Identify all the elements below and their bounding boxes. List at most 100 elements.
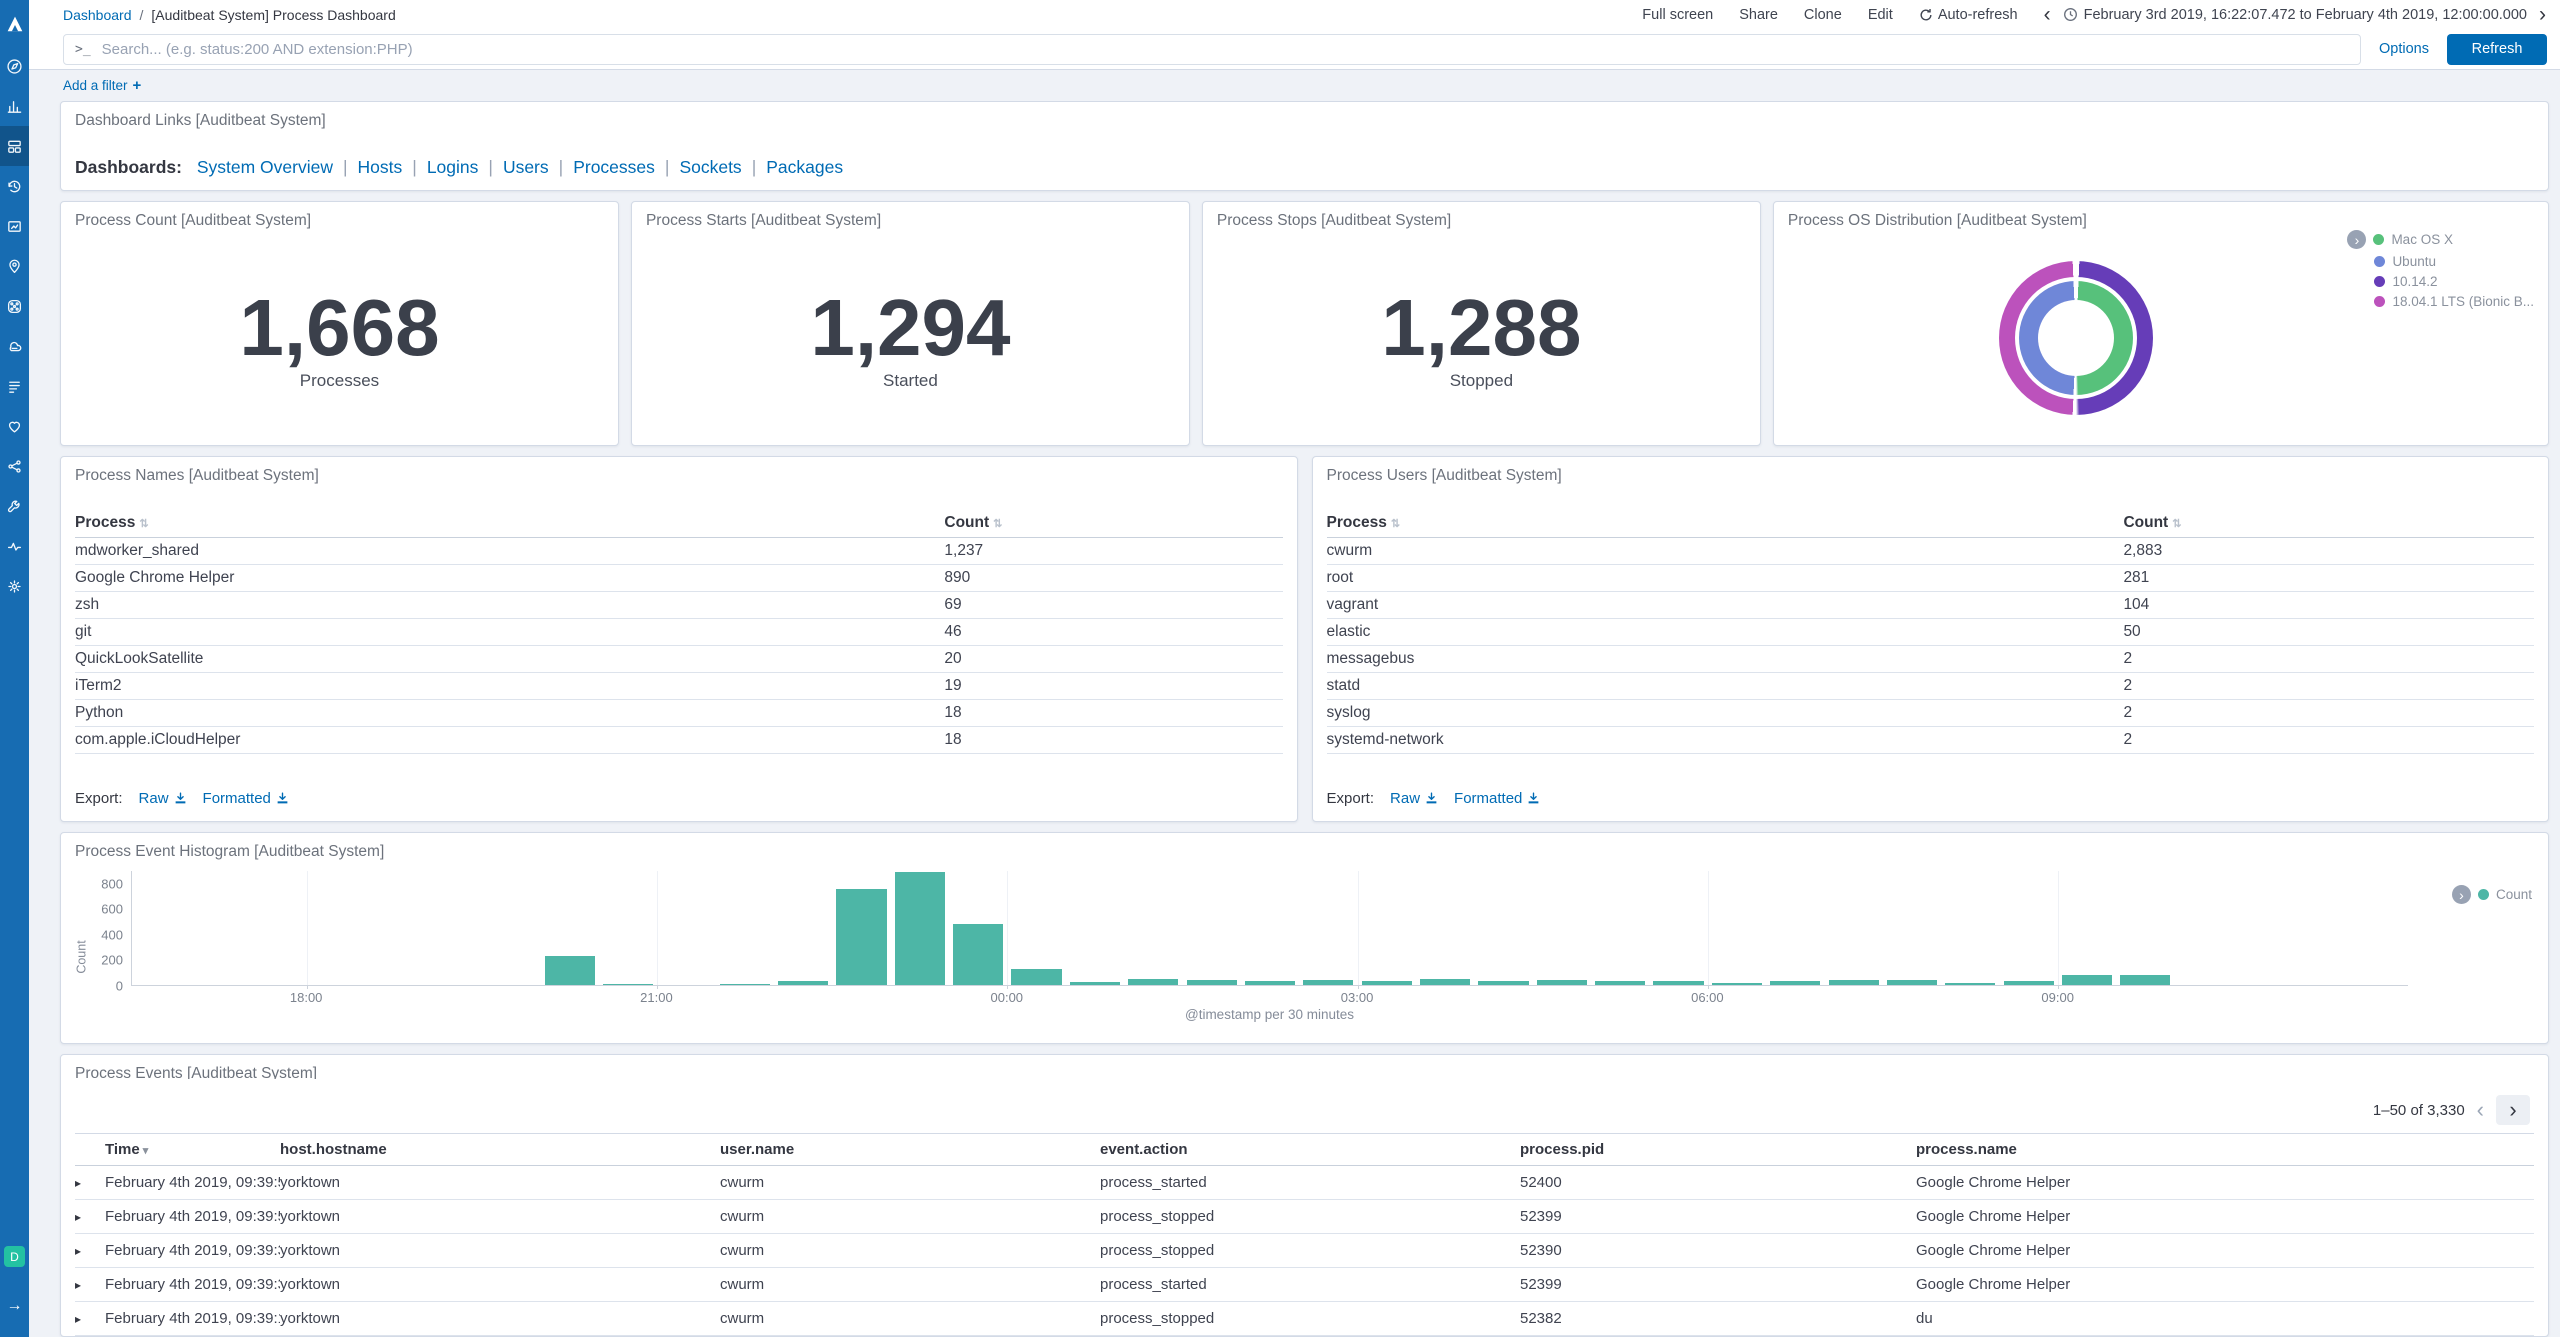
expand-row-icon[interactable]: ▸ [75,1210,81,1224]
histogram-bar[interactable] [1478,980,1529,985]
panel-title: Process Starts [Auditbeat System] [645,212,882,229]
histogram-bar[interactable] [2061,974,2113,985]
column-header-user[interactable]: user.name [720,1133,1100,1166]
previous-page-icon[interactable]: ‹ [2477,1099,2484,1121]
sidebar-item-discover[interactable] [0,46,29,86]
histogram-bar[interactable] [719,984,770,985]
dashboard-link-hosts[interactable]: Hosts [358,157,403,177]
donut-inner-ring[interactable] [2018,280,2133,395]
expand-row-icon[interactable]: ▸ [75,1176,81,1190]
histogram-bar[interactable] [602,983,654,985]
column-header-time[interactable]: Time ▾ [105,1133,280,1166]
dashboard-link-logins[interactable]: Logins [427,157,479,177]
edit-button[interactable]: Edit [1868,7,1893,23]
histogram-bar[interactable] [1128,979,1179,985]
sidebar-item-monitoring[interactable] [0,526,29,566]
column-header-count[interactable]: Count ⇅ [2123,509,2534,538]
link-separator: | [558,157,564,177]
histogram-bar[interactable] [1303,979,1354,985]
time-next-icon[interactable]: › [2539,4,2546,25]
legend-item[interactable]: Ubuntu [2374,254,2534,269]
sidebar-item-dev-tools[interactable] [0,486,29,526]
legend-item[interactable]: 18.04.1 LTS (Bionic B... [2374,294,2534,309]
time-range-picker[interactable]: February 3rd 2019, 16:22:07.472 to Febru… [2063,7,2527,23]
legend-item[interactable]: › Mac OS X [2347,230,2534,249]
histogram-bar[interactable] [836,888,887,985]
column-header-process[interactable]: Process ⇅ [75,509,945,538]
time-prev-icon[interactable]: ‹ [2044,4,2051,25]
histogram-bar[interactable] [2120,975,2171,985]
add-filter-link[interactable]: Add a filter [63,78,128,93]
histogram-bar[interactable] [1828,979,1879,985]
sidebar-item-visualize[interactable] [0,86,29,126]
space-avatar[interactable]: D [4,1246,25,1267]
dashboard-link-packages[interactable]: Packages [766,157,843,177]
histogram-bar[interactable] [1186,979,1237,985]
histogram-bar[interactable] [1945,982,1996,985]
histogram-bar[interactable] [1244,980,1296,985]
table-row: syslog 2 [1326,699,2534,727]
dashboard-link-users[interactable]: Users [503,157,549,177]
sidebar-item-infrastructure[interactable] [0,326,29,366]
histogram-bar[interactable] [544,955,595,985]
column-header-action[interactable]: event.action [1100,1133,1520,1166]
sidebar-item-uptime[interactable] [0,406,29,446]
histogram-bar[interactable] [2003,980,2054,985]
legend-collapse-icon[interactable]: › [2451,885,2471,904]
histogram-bar[interactable] [1361,981,1412,985]
expand-row-icon[interactable]: ▸ [75,1312,81,1326]
histogram-bar[interactable] [778,980,829,985]
expand-row-icon[interactable]: ▸ [75,1278,81,1292]
legend-label[interactable]: Count [2496,887,2532,902]
sidebar-item-dashboard[interactable] [0,126,29,166]
column-header-pid[interactable]: process.pid [1520,1133,1916,1166]
sidebar-item-timelion[interactable] [0,166,29,206]
histogram-bar[interactable] [894,872,945,985]
clone-button[interactable]: Clone [1804,7,1842,23]
column-header-name[interactable]: process.name [1916,1133,2534,1166]
plus-icon[interactable]: + [133,77,142,94]
histogram-bar[interactable] [1011,968,1062,985]
process-cell: root [1326,564,2124,592]
histogram-bar[interactable] [1419,979,1471,985]
histogram-bar[interactable] [1536,979,1587,985]
expand-sidebar-icon[interactable]: → [7,1297,23,1315]
sidebar-item-logs[interactable] [0,366,29,406]
histogram-bar[interactable] [953,923,1004,985]
histogram-bar[interactable] [1653,980,1704,985]
auto-refresh-button[interactable]: Auto-refresh [1919,7,2018,23]
export-raw-link[interactable]: Raw [139,790,187,807]
export-formatted-link[interactable]: Formatted [1454,790,1540,807]
legend-swatch[interactable] [2477,889,2489,900]
dashboard-link-sockets[interactable]: Sockets [679,157,741,177]
search-input[interactable]: >_ Search... (e.g. status:200 AND extens… [63,33,2362,65]
breadcrumb-dashboard-link[interactable]: Dashboard [63,7,132,23]
sidebar-item-canvas[interactable] [0,206,29,246]
histogram-bar[interactable] [1886,979,1938,985]
export-raw-link[interactable]: Raw [1390,790,1438,807]
share-button[interactable]: Share [1739,7,1778,23]
sidebar-item-maps[interactable] [0,246,29,286]
next-page-icon[interactable]: › [2496,1095,2530,1125]
dashboard-link-processes[interactable]: Processes [573,157,655,177]
histogram-bar[interactable] [1595,981,1646,985]
export-formatted-link[interactable]: Formatted [203,790,289,807]
dashboard-link-system-overview[interactable]: System Overview [197,157,333,177]
sidebar-item-machine-learning[interactable] [0,286,29,326]
expand-row-icon[interactable]: ▸ [75,1244,81,1258]
options-link[interactable]: Options [2379,41,2429,57]
full-screen-button[interactable]: Full screen [1642,7,1713,23]
legend-collapse-icon[interactable]: › [2347,230,2367,249]
column-header-host[interactable]: host.hostname [280,1133,720,1166]
legend-item[interactable]: 10.14.2 [2374,274,2534,289]
histogram-bar[interactable] [1069,981,1121,985]
donut-outer-ring[interactable] [1998,260,2153,415]
kibana-logo[interactable] [0,0,29,46]
column-header-count[interactable]: Count ⇅ [944,509,1283,538]
histogram-bar[interactable] [1711,983,1762,985]
histogram-bar[interactable] [1770,980,1821,985]
refresh-button[interactable]: Refresh [2447,33,2547,65]
sidebar-item-management[interactable] [0,566,29,606]
sidebar-item-apm[interactable] [0,446,29,486]
column-header-process[interactable]: Process ⇅ [1326,509,2124,538]
